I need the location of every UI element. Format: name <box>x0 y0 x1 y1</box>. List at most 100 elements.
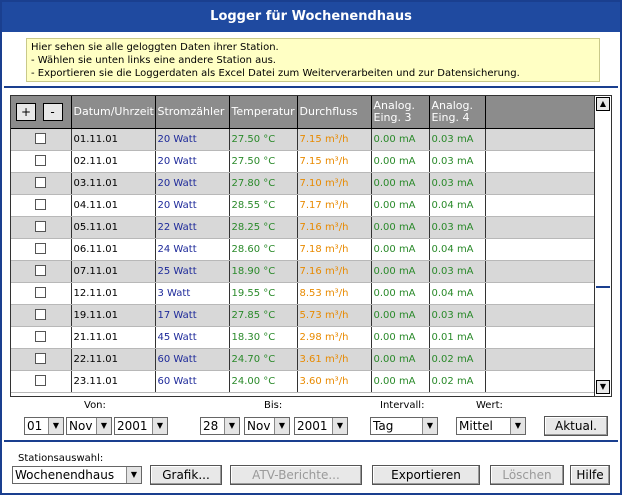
dropdown-arrow-icon: ▼ <box>510 418 525 434</box>
table-row[interactable]: 21.11.01 45 Watt 18.30 °C 2.98 m³/h 0.00 mA 0… <box>11 326 596 349</box>
table-cell: 7.15 m³/h <box>297 128 372 151</box>
loeschen-button[interactable]: Löschen <box>490 465 564 485</box>
table-row[interactable]: 03.11.01 20 Watt 27.80 °C 7.10 m³/h 0.00 mA 0… <box>11 172 596 195</box>
row-select-cell <box>11 326 72 349</box>
exportieren-button[interactable]: Exportieren <box>372 465 480 485</box>
von-label: Von: <box>84 400 106 411</box>
table-row[interactable]: 23.11.01 60 Watt 24.00 °C 3.60 m³/h 0.00 mA 0… <box>11 370 596 393</box>
header-temperatur[interactable]: Temperatur <box>229 96 298 129</box>
table-row[interactable]: 02.11.01 20 Watt 27.50 °C 7.15 m³/h 0.00 mA 0… <box>11 150 596 173</box>
table-cell: 7.17 m³/h <box>297 194 372 217</box>
station-select[interactable]: Wochenendhaus ▼ <box>12 466 142 484</box>
table-row[interactable]: 05.11.01 22 Watt 28.25 °C 7.16 m³/h 0.00 mA 0… <box>11 216 596 239</box>
table-cell: 27.80 °C <box>229 172 298 195</box>
table-cell: 24.70 °C <box>229 348 298 371</box>
row-select-cell <box>11 128 72 151</box>
table-cell: 5.73 m³/h <box>297 304 372 327</box>
table-cell: 0.00 mA <box>371 194 430 217</box>
table-cell: 19.55 °C <box>229 282 298 305</box>
row-checkbox[interactable] <box>35 309 47 321</box>
dropdown-arrow-icon: ▼ <box>48 418 63 434</box>
header-datum[interactable]: Datum/Uhrzeit <box>71 96 156 129</box>
row-select-cell <box>11 216 72 239</box>
table-cell: 28.60 °C <box>229 238 298 261</box>
table-cell: 20 Watt <box>155 194 230 217</box>
header-durchfluss[interactable]: Durchfluss <box>297 96 372 129</box>
von-year-select[interactable]: 2001 ▼ <box>114 417 168 435</box>
row-checkbox[interactable] <box>35 331 47 343</box>
vertical-scrollbar[interactable]: ▲ ▼ <box>594 96 611 396</box>
atv-berichte-button[interactable]: ATV-Berichte... <box>230 465 362 485</box>
header-analog-4[interactable]: Analog. Eing. 4 <box>429 96 486 129</box>
table-cell: 7.16 m³/h <box>297 260 372 283</box>
table-cell: 24 Watt <box>155 238 230 261</box>
table-row[interactable]: 19.11.01 17 Watt 27.85 °C 5.73 m³/h 0.00 mA 0… <box>11 304 596 327</box>
von-month-select[interactable]: Nov ▼ <box>66 417 112 435</box>
table-header-row: + - Datum/Uhrzeit Stromzähler Temperatur… <box>11 96 596 129</box>
wert-label: Wert: <box>476 400 503 411</box>
table-cell: 0.00 mA <box>371 172 430 195</box>
table-cell: 0.00 mA <box>371 282 430 305</box>
row-checkbox[interactable] <box>35 177 47 189</box>
bis-label: Bis: <box>264 400 283 411</box>
collapse-all-button[interactable]: - <box>42 102 63 121</box>
table-cell: 0.00 mA <box>371 326 430 349</box>
table-row[interactable]: 06.11.01 24 Watt 28.60 °C 7.18 m³/h 0.00 mA 0… <box>11 238 596 261</box>
table-cell: 7.15 m³/h <box>297 150 372 173</box>
table-cell: 0.00 mA <box>371 238 430 261</box>
table-row[interactable]: 01.11.01 20 Watt 27.50 °C 7.15 m³/h 0.00 mA 0… <box>11 128 596 151</box>
row-select-cell <box>11 282 72 305</box>
row-checkbox[interactable] <box>35 199 47 211</box>
scroll-up-arrow-icon[interactable]: ▲ <box>596 97 610 111</box>
row-checkbox[interactable] <box>35 287 47 299</box>
table-cell: 06.11.01 <box>71 238 156 261</box>
table-cell: 20 Watt <box>155 172 230 195</box>
table-cell-empty <box>485 370 596 393</box>
table-cell: 0.00 mA <box>371 260 430 283</box>
row-checkbox[interactable] <box>35 133 47 145</box>
table-cell: 3 Watt <box>155 282 230 305</box>
von-year-value: 2001 <box>117 419 148 433</box>
table-cell: 01.11.01 <box>71 128 156 151</box>
row-checkbox[interactable] <box>35 375 47 387</box>
logger-data-grid: + - Datum/Uhrzeit Stromzähler Temperatur… <box>10 95 612 397</box>
header-analog-3[interactable]: Analog. Eing. 3 <box>371 96 430 129</box>
intervall-select[interactable]: Tag ▼ <box>370 417 438 435</box>
table-row[interactable]: 07.11.01 25 Watt 18.90 °C 7.16 m³/h 0.00 mA 0… <box>11 260 596 283</box>
info-line: - Wählen sie unten links eine andere Sta… <box>31 55 276 66</box>
row-select-cell <box>11 260 72 283</box>
bis-year-select[interactable]: 2001 ▼ <box>294 417 348 435</box>
header-stromzaehler[interactable]: Stromzähler <box>155 96 230 129</box>
aktual-button[interactable]: Aktual. <box>544 416 608 436</box>
row-select-cell <box>11 194 72 217</box>
bis-month-select[interactable]: Nov ▼ <box>244 417 290 435</box>
station-value: Wochenendhaus <box>15 468 115 482</box>
scroll-down-arrow-icon[interactable]: ▼ <box>596 380 610 394</box>
wert-value: Mittel <box>459 419 493 433</box>
row-select-cell <box>11 370 72 393</box>
table-cell: 17 Watt <box>155 304 230 327</box>
row-checkbox[interactable] <box>35 265 47 277</box>
table-cell: 0.03 mA <box>429 260 486 283</box>
row-checkbox[interactable] <box>35 243 47 255</box>
table-cell-empty <box>485 172 596 195</box>
grafik-button[interactable]: Grafik... <box>150 465 222 485</box>
dropdown-arrow-icon: ▼ <box>224 418 239 434</box>
scroll-thumb[interactable] <box>596 112 610 288</box>
hilfe-button[interactable]: Hilfe <box>570 465 610 485</box>
table-row[interactable]: 12.11.01 3 Watt 19.55 °C 8.53 m³/h 0.00 mA 0.… <box>11 282 596 305</box>
row-checkbox[interactable] <box>35 353 47 365</box>
von-day-value: 01 <box>27 419 43 433</box>
bis-day-select[interactable]: 28 ▼ <box>200 417 240 435</box>
expand-all-button[interactable]: + <box>16 102 36 121</box>
bis-month-value: Nov <box>247 419 271 433</box>
table-row[interactable]: 04.11.01 20 Watt 28.55 °C 7.17 m³/h 0.00 mA 0… <box>11 194 596 217</box>
dropdown-arrow-icon: ▼ <box>152 418 167 434</box>
row-checkbox[interactable] <box>35 221 47 233</box>
wert-select[interactable]: Mittel ▼ <box>456 417 526 435</box>
von-day-select[interactable]: 01 ▼ <box>24 417 64 435</box>
dropdown-arrow-icon: ▼ <box>274 418 289 434</box>
table-cell-empty <box>485 348 596 371</box>
table-row[interactable]: 22.11.01 60 Watt 24.70 °C 3.61 m³/h 0.00 mA 0… <box>11 348 596 371</box>
row-checkbox[interactable] <box>35 155 47 167</box>
